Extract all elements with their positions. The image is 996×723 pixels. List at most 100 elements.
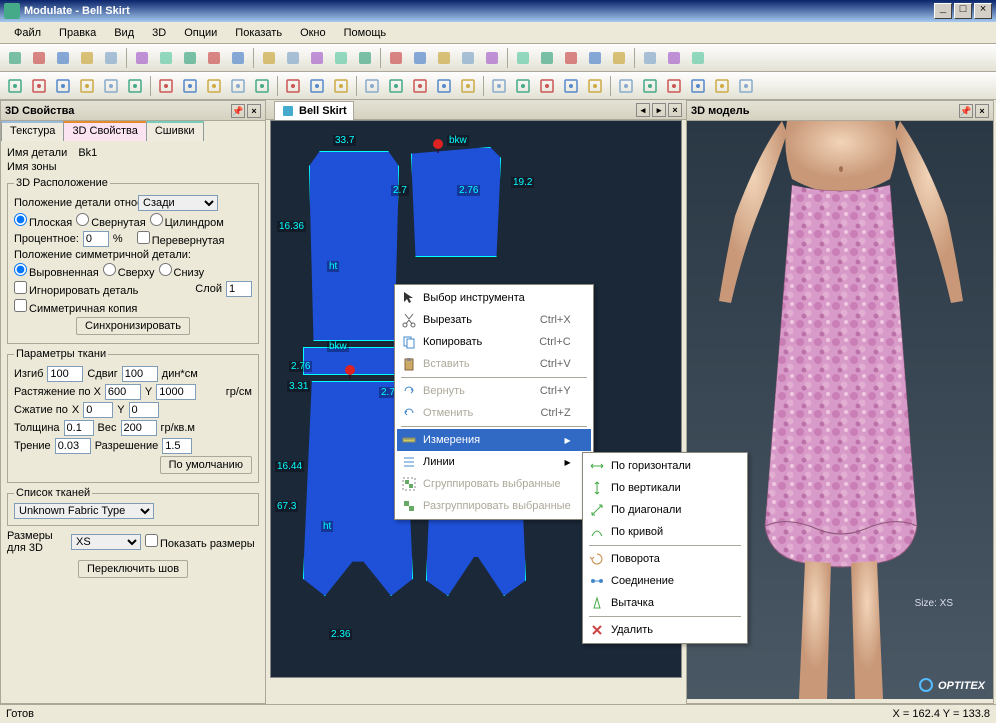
compressy-input[interactable] (129, 402, 159, 418)
close-button[interactable]: × (974, 3, 992, 19)
toolbar2-btn-1[interactable] (28, 75, 50, 97)
toolbar2-btn-2[interactable] (52, 75, 74, 97)
weight-input[interactable] (121, 420, 157, 436)
maximize-button[interactable]: □ (954, 3, 972, 19)
minimize-button[interactable]: _ (934, 3, 952, 19)
menu-window[interactable]: Окно (292, 25, 334, 41)
toolbar-btn-3[interactable] (76, 47, 98, 69)
context-item-connect[interactable]: Соединение (585, 570, 745, 592)
toolbar2-btn-4[interactable] (100, 75, 122, 97)
position-select[interactable]: Сзади (138, 195, 218, 211)
context-item-diag[interactable]: По диагонали (585, 499, 745, 521)
panel-close-icon[interactable]: × (247, 104, 261, 118)
compressx-input[interactable] (83, 402, 113, 418)
panel-pin-icon[interactable]: 📌 (231, 104, 245, 118)
toolbar-btn-18[interactable] (457, 47, 479, 69)
toolbar2-btn-27[interactable] (687, 75, 709, 97)
toolbar-btn-16[interactable] (409, 47, 431, 69)
toolbar-btn-22[interactable] (560, 47, 582, 69)
radio-bottom[interactable]: Снизу (159, 263, 205, 279)
tab-texture[interactable]: Текстура (1, 121, 64, 141)
size-select[interactable]: XS (71, 534, 141, 550)
toolbar2-btn-13[interactable] (330, 75, 352, 97)
toolbar-btn-19[interactable] (481, 47, 503, 69)
shift-input[interactable] (122, 366, 158, 382)
toolbar-btn-17[interactable] (433, 47, 455, 69)
toolbar-btn-12[interactable] (306, 47, 328, 69)
toolbar-btn-25[interactable] (639, 47, 661, 69)
menu-3d[interactable]: 3D (144, 25, 174, 41)
toolbar2-btn-5[interactable] (124, 75, 146, 97)
toolbar2-btn-7[interactable] (179, 75, 201, 97)
toolbar2-btn-8[interactable] (203, 75, 225, 97)
toolbar-btn-13[interactable] (330, 47, 352, 69)
check-sym-copy[interactable]: Симметричная копия (14, 299, 137, 315)
percent-input[interactable] (83, 231, 109, 247)
context-item-rotate[interactable]: Поворота (585, 548, 745, 570)
toolbar-btn-14[interactable] (354, 47, 376, 69)
context-item-horiz[interactable]: По горизонтали (585, 455, 745, 477)
menu-help[interactable]: Помощь (336, 25, 395, 41)
toolbar2-btn-9[interactable] (227, 75, 249, 97)
toolbar2-btn-20[interactable] (512, 75, 534, 97)
panel-close-icon[interactable]: × (975, 104, 989, 118)
switch-seam-button[interactable]: Переключить шов (78, 560, 188, 578)
toolbar2-btn-3[interactable] (76, 75, 98, 97)
tab-3d-props[interactable]: 3D Свойства (63, 121, 146, 141)
context-item-vert[interactable]: По вертикали (585, 477, 745, 499)
menu-show[interactable]: Показать (227, 25, 290, 41)
radio-flat[interactable]: Плоская (14, 213, 72, 229)
context-item-measure[interactable]: Измерения ▶ (397, 429, 591, 451)
toolbar2-btn-12[interactable] (306, 75, 328, 97)
toolbar-btn-8[interactable] (203, 47, 225, 69)
toolbar-btn-1[interactable] (28, 47, 50, 69)
toolbar2-btn-21[interactable] (536, 75, 558, 97)
toolbar-btn-10[interactable] (258, 47, 280, 69)
context-item-copy[interactable]: Копировать Ctrl+C (397, 331, 591, 353)
radio-rolled[interactable]: Свернутая (76, 213, 145, 229)
menu-file[interactable]: Файл (6, 25, 49, 41)
canvas-nav-right-icon[interactable]: ▸ (652, 103, 666, 117)
toolbar-btn-2[interactable] (52, 47, 74, 69)
resolution-input[interactable] (162, 438, 192, 454)
stretchy-input[interactable] (156, 384, 196, 400)
toolbar-btn-23[interactable] (584, 47, 606, 69)
context-item-dart[interactable]: Вытачка (585, 592, 745, 614)
toolbar-btn-15[interactable] (385, 47, 407, 69)
toolbar2-btn-26[interactable] (663, 75, 685, 97)
panel-pin-icon[interactable]: 📌 (959, 104, 973, 118)
context-item-group[interactable]: Сгруппировать выбранные (397, 473, 591, 495)
check-flipped[interactable]: Перевернутая (137, 231, 225, 247)
canvas-nav-left-icon[interactable]: ◂ (636, 103, 650, 117)
toolbar-btn-21[interactable] (536, 47, 558, 69)
toolbar2-btn-6[interactable] (155, 75, 177, 97)
thickness-input[interactable] (64, 420, 94, 436)
radio-cylinder[interactable]: Цилиндром (150, 213, 224, 229)
context-item-lines[interactable]: Линии ▶ (397, 451, 591, 473)
toolbar-btn-9[interactable] (227, 47, 249, 69)
toolbar-btn-26[interactable] (663, 47, 685, 69)
default-button[interactable]: По умолчанию (160, 456, 252, 474)
menu-view[interactable]: Вид (106, 25, 142, 41)
context-item-delete[interactable]: Удалить (585, 619, 745, 641)
context-item-paste[interactable]: Вставить Ctrl+V (397, 353, 591, 375)
context-item-cut[interactable]: Вырезать Ctrl+X (397, 309, 591, 331)
toolbar-btn-11[interactable] (282, 47, 304, 69)
toolbar2-btn-10[interactable] (251, 75, 273, 97)
radio-top[interactable]: Сверху (103, 263, 155, 279)
canvas-close-icon[interactable]: × (668, 103, 682, 117)
toolbar-btn-7[interactable] (179, 47, 201, 69)
toolbar2-btn-14[interactable] (361, 75, 383, 97)
document-tab[interactable]: Bell Skirt (274, 101, 354, 120)
layer-input[interactable] (226, 281, 252, 297)
toolbar2-btn-18[interactable] (457, 75, 479, 97)
pattern-piece[interactable] (411, 147, 501, 257)
toolbar2-btn-23[interactable] (584, 75, 606, 97)
fabric-type-select[interactable]: Unknown Fabric Type (14, 503, 154, 519)
toolbar2-btn-19[interactable] (488, 75, 510, 97)
toolbar-btn-5[interactable] (131, 47, 153, 69)
toolbar-btn-27[interactable] (687, 47, 709, 69)
context-item-cursor[interactable]: Выбор инструмента (397, 287, 591, 309)
context-item-redo[interactable]: Вернуть Ctrl+Y (397, 380, 591, 402)
toolbar2-btn-15[interactable] (385, 75, 407, 97)
